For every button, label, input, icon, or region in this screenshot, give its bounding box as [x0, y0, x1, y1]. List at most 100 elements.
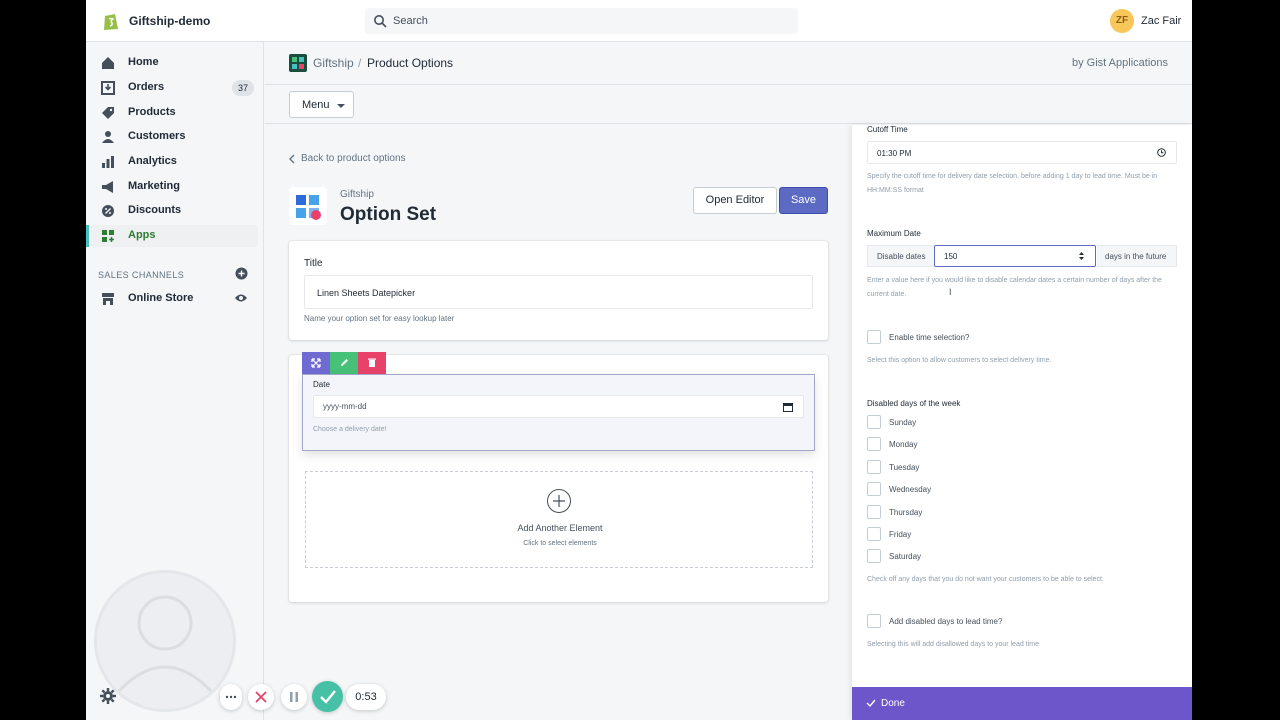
recorder-timer: 0:53 — [346, 684, 386, 710]
avatar[interactable]: ZF — [1110, 9, 1134, 33]
move-button[interactable] — [302, 352, 330, 374]
sidebar-item-discounts[interactable]: Discounts — [90, 200, 258, 222]
recorder-more-button[interactable] — [220, 684, 242, 710]
sidebar-item-label: Apps — [128, 229, 156, 241]
add-disabled-days-checkbox[interactable] — [867, 614, 881, 628]
delete-button[interactable] — [358, 352, 386, 374]
tag-icon — [102, 107, 114, 119]
disable-dates-prefix-text: Disable dates — [877, 252, 926, 261]
date-element[interactable]: Date yyyy-mm-dd Choose a delivery date! — [302, 374, 815, 451]
checkbox-thursday[interactable] — [867, 505, 881, 519]
check-icon — [320, 690, 336, 704]
sidebar-item-orders[interactable]: Orders 37 — [90, 77, 258, 99]
menu-button-label: Menu — [302, 99, 330, 111]
check-icon — [866, 699, 876, 708]
chevron-left-icon — [289, 154, 295, 164]
day-label-tuesday: Tuesday — [889, 463, 920, 472]
spinner-icon[interactable] — [1078, 251, 1085, 261]
title-input[interactable]: Linen Sheets Datepicker — [304, 275, 813, 309]
recorder-finish-button[interactable] — [312, 681, 343, 712]
done-button[interactable]: Done — [852, 687, 1192, 720]
settings-panel: Cutoff Time 01:30 PM Specify the cutoff … — [852, 125, 1192, 720]
cutoff-time-input[interactable]: 01:30 PM — [867, 141, 1177, 164]
gear-icon[interactable] — [100, 688, 116, 704]
giftship-logo-icon — [289, 54, 307, 72]
sidebar-item-home[interactable]: Home — [90, 52, 258, 74]
clock-icon — [1157, 148, 1166, 157]
edit-button[interactable] — [330, 352, 358, 374]
developer-credit: by Gist Applications — [1072, 57, 1168, 69]
more-icon — [225, 695, 237, 699]
recorder-cancel-button[interactable] — [248, 684, 274, 710]
maximum-date-label: Maximum Date — [867, 229, 921, 238]
checkbox-saturday[interactable] — [867, 549, 881, 563]
day-label-saturday: Saturday — [889, 552, 922, 561]
sidebar-item-label: Analytics — [128, 155, 177, 167]
plus-circle-icon — [547, 489, 571, 513]
days-suffix: days in the future — [1097, 245, 1177, 267]
page-title: Product Options — [367, 56, 454, 70]
search-bar[interactable]: Search — [365, 8, 798, 34]
sidebar-item-label: Online Store — [128, 292, 194, 304]
home-icon — [102, 57, 114, 69]
day-label-sunday: Sunday — [889, 418, 917, 427]
breadcrumb-app[interactable]: Giftship — [313, 56, 354, 70]
app-header: Giftship / Product Options by Gist Appli… — [265, 43, 1192, 85]
store-name[interactable]: Giftship-demo — [129, 14, 210, 28]
search-input[interactable]: Search — [393, 15, 428, 27]
max-date-help: Enter a value here if you would like to … — [867, 277, 1162, 298]
cutoff-time-label: Cutoff Time — [867, 125, 908, 134]
date-help: Choose a delivery date! — [313, 426, 387, 433]
user-name[interactable]: Zac Fair — [1141, 15, 1181, 27]
option-set-logo-icon — [289, 187, 327, 225]
elements-card: Date yyyy-mm-dd Choose a delivery date! … — [289, 352, 828, 602]
date-label: Date — [313, 380, 330, 389]
megaphone-icon — [102, 181, 113, 193]
shopify-logo-icon[interactable] — [100, 10, 122, 32]
title-card: Title Linen Sheets Datepicker Name your … — [289, 241, 828, 340]
enable-time-checkbox[interactable] — [867, 330, 881, 344]
day-label-friday: Friday — [889, 530, 912, 539]
sidebar-item-online-store[interactable]: Online Store — [90, 288, 258, 310]
main-content: Back to product options Giftship Option … — [265, 125, 851, 720]
eye-icon[interactable] — [234, 292, 248, 304]
title-input-value: Linen Sheets Datepicker — [317, 288, 416, 298]
sidebar-item-analytics[interactable]: Analytics — [90, 151, 258, 173]
add-element-title: Add Another Element — [517, 523, 603, 533]
checkbox-monday[interactable] — [867, 437, 881, 451]
trash-icon — [368, 358, 376, 367]
save-button[interactable]: Save — [779, 187, 828, 214]
add-element-subtitle: Click to select elements — [523, 540, 597, 547]
checkbox-tuesday[interactable] — [867, 460, 881, 474]
disable-dates-prefix: Disable dates — [867, 245, 934, 267]
open-editor-button[interactable]: Open Editor — [693, 187, 777, 214]
element-toolbar — [302, 352, 386, 374]
calendar-icon[interactable] — [783, 402, 793, 412]
add-disabled-days-label: Add disabled days to lead time? — [889, 617, 1003, 626]
done-label: Done — [881, 698, 905, 709]
max-date-input[interactable]: 150 — [934, 245, 1096, 267]
enable-time-help: Select this option to allow customers to… — [867, 357, 1052, 364]
add-circle-icon[interactable] — [235, 267, 248, 280]
back-link[interactable]: Back to product options — [301, 153, 406, 164]
option-set-title: Option Set — [340, 204, 437, 225]
checkbox-friday[interactable] — [867, 527, 881, 541]
pause-icon — [290, 692, 298, 702]
menu-button[interactable]: Menu — [289, 91, 354, 118]
add-element-area[interactable]: Add Another Element Click to select elem… — [305, 471, 813, 568]
checkbox-wednesday[interactable] — [867, 482, 881, 496]
day-label-wednesday: Wednesday — [889, 485, 932, 494]
sidebar: Home Orders 37 Products Customers Analyt… — [86, 42, 264, 720]
sidebar-item-customers[interactable]: Customers — [90, 126, 258, 148]
sidebar-item-apps[interactable]: Apps — [86, 225, 258, 247]
top-bar: Giftship-demo Search ZF Zac Fair — [86, 0, 1192, 42]
sidebar-item-products[interactable]: Products — [90, 102, 258, 124]
menu-bar: Menu — [265, 86, 1192, 124]
date-input-placeholder: yyyy-mm-dd — [323, 402, 367, 411]
date-input[interactable]: yyyy-mm-dd — [313, 395, 804, 418]
caret-down-icon — [337, 104, 345, 108]
person-icon — [102, 131, 114, 143]
checkbox-sunday[interactable] — [867, 415, 881, 429]
sidebar-item-marketing[interactable]: Marketing — [90, 176, 258, 198]
recorder-pause-button[interactable] — [281, 684, 307, 710]
